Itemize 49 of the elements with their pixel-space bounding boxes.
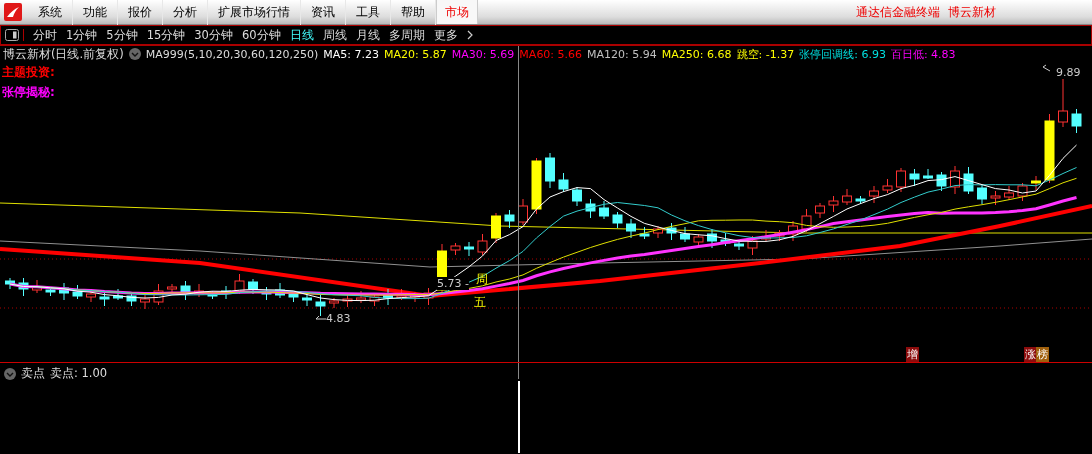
indicator-name: MA999(5,10,20,30,60,120,250) (145, 47, 319, 61)
indicator-value: MA120: 5.94 (587, 47, 657, 61)
period-tab[interactable]: 分时 (33, 27, 57, 43)
indicator-name: 卖点 (21, 366, 45, 381)
more-button[interactable]: 更多 (433, 27, 458, 43)
chevron-down-icon[interactable] (4, 367, 16, 380)
price-label: 5.73 - (437, 277, 469, 290)
app-logo-icon (4, 3, 22, 21)
period-tab[interactable]: 30分钟 (194, 27, 233, 43)
period-tab[interactable]: 日线 (289, 27, 314, 43)
note-label: 主题投资: (1, 64, 55, 81)
note-label: 张停揭秘: (1, 84, 55, 101)
period-tab[interactable]: 周线 (322, 27, 347, 43)
chevron-right-icon (466, 30, 473, 40)
market-tab[interactable]: 市场 (436, 0, 478, 24)
indicator-value: 张停回调线: 6.93 (799, 46, 886, 62)
period-tab[interactable]: 1分钟 (66, 27, 98, 43)
high-pointer-icon (1042, 64, 1051, 72)
indicator-value: 卖点: 1.00 (50, 366, 108, 381)
menu-item[interactable]: 报价 (118, 0, 163, 25)
menu-item[interactable]: 资讯 (301, 0, 346, 25)
indicator-value: MA20: 5.87 (383, 47, 447, 61)
event-tag: 增 (906, 347, 919, 362)
period-tab[interactable]: 月线 (355, 27, 380, 43)
menu-item[interactable]: 功能 (73, 0, 118, 25)
menu-item[interactable]: 分析 (163, 0, 208, 25)
indicator-value: MA250: 6.68 (661, 47, 732, 61)
period-tab[interactable]: 15分钟 (146, 27, 186, 43)
indicator-value: 跳空: -1.37 (736, 46, 795, 62)
period-tab[interactable]: 60分钟 (241, 27, 281, 43)
menu-item[interactable]: 工具 (346, 0, 391, 25)
high-price-label: 9.89 (1056, 66, 1081, 79)
menu-item[interactable]: 系统 (28, 0, 73, 25)
window-title: 通达信金融终端 博云新材 (856, 3, 996, 21)
low-pointer-icon (315, 315, 327, 320)
weekday-label: 五 (474, 294, 486, 311)
low-price-label: 4.83 (326, 312, 351, 325)
chevron-down-icon[interactable] (128, 48, 141, 60)
weekday-label: 周 (476, 271, 488, 288)
indicator-value: MA30: 5.69 (451, 47, 515, 61)
event-tag: 榜 (1036, 347, 1049, 362)
menu-item[interactable]: 扩展市场行情 (208, 0, 301, 25)
indicator-value: 百日低: 4.83 (890, 46, 956, 62)
period-tab[interactable]: 5分钟 (106, 27, 138, 43)
period-tab[interactable]: 多周期 (388, 27, 425, 43)
stock-title: 博云新材(日线.前复权) (3, 46, 124, 62)
panel-toggle-icon[interactable] (5, 29, 24, 41)
indicator-value: MA5: 7.23 (323, 47, 379, 61)
indicator-value: MA60: 5.66 (519, 47, 583, 61)
